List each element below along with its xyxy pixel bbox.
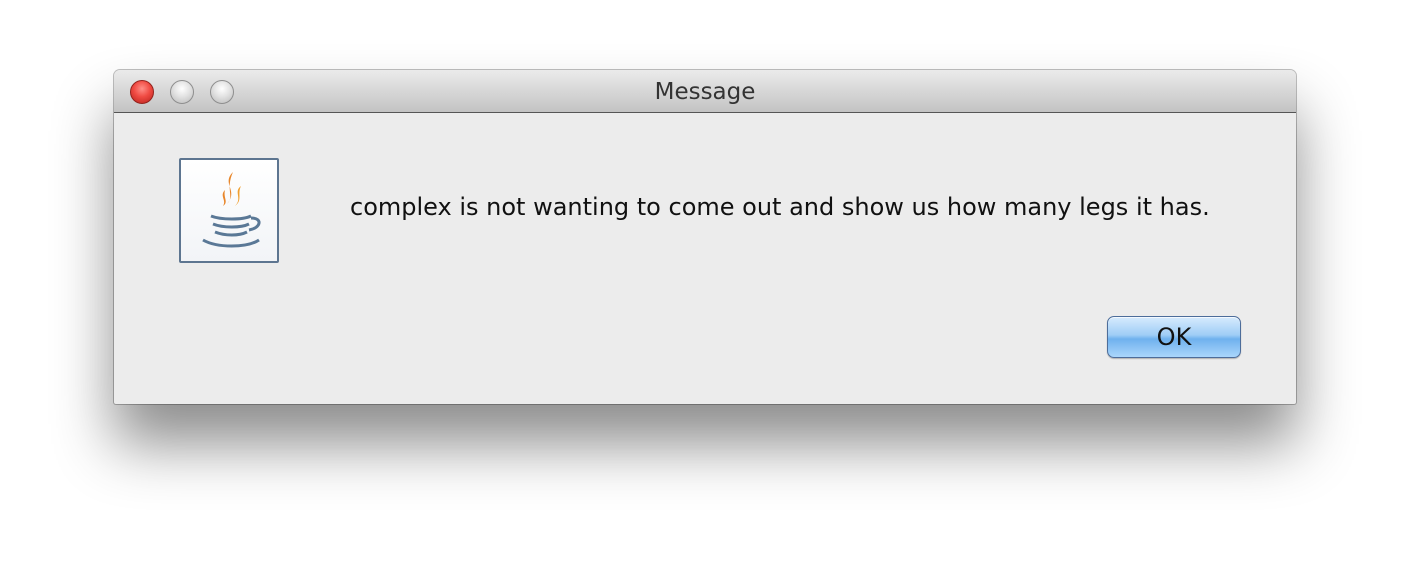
java-icon [179,158,279,263]
message-dialog: Message complex is not wanting to come o… [114,70,1296,404]
ok-button[interactable]: OK [1107,316,1241,358]
title-bar[interactable]: Message [114,70,1296,113]
dialog-content: complex is not wanting to come out and s… [114,113,1296,403]
window-title: Message [654,79,756,105]
desktop: Message complex is not wanting to come o… [0,0,1410,562]
dialog-message: complex is not wanting to come out and s… [350,193,1210,221]
